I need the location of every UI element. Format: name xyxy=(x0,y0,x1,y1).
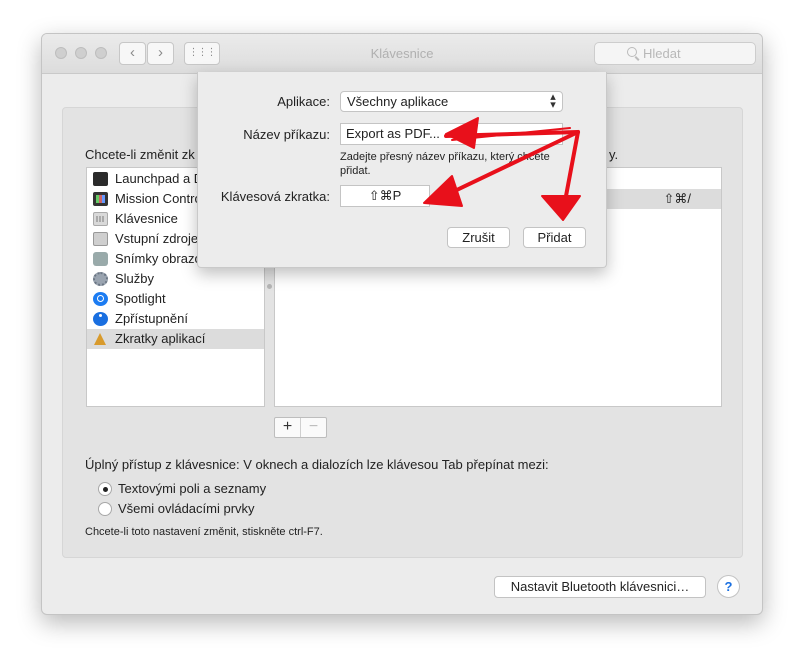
application-label: Aplikace: xyxy=(277,94,330,109)
search-icon xyxy=(627,47,637,57)
radio-label: Textovými poli a seznamy xyxy=(118,481,267,496)
sidebar-item-label: Klávesnice xyxy=(115,211,178,226)
split-view-divider[interactable] xyxy=(267,284,272,289)
sidebar-item-label: Spotlight xyxy=(115,291,166,306)
command-name-input[interactable]: Export as PDF... xyxy=(340,123,563,145)
sidebar-item-label: Zkratky aplikací xyxy=(115,331,206,346)
keyboard-access-label: Úplný přístup z klávesnice: V oknech a d… xyxy=(85,457,549,472)
setup-bluetooth-keyboard-button[interactable]: Nastavit Bluetooth klávesnici… xyxy=(494,576,706,598)
keyboard-access-hint: Chcete-li toto nastavení změnit, stiskně… xyxy=(85,526,323,538)
add-shortcut-button[interactable]: + xyxy=(275,418,301,437)
sidebar-item-label: Vstupní zdroje xyxy=(115,231,199,246)
mission-control-icon xyxy=(93,192,108,206)
help-button[interactable]: ? xyxy=(717,575,740,598)
command-name-label: Název příkazu: xyxy=(243,127,330,142)
screenshot-icon xyxy=(93,252,108,266)
application-value: Všechny aplikace xyxy=(347,94,449,109)
accessibility-icon xyxy=(93,312,108,326)
sidebar-item-label: Zpřístupnění xyxy=(115,311,188,326)
sidebar-item-label: Mission Control xyxy=(115,191,205,206)
keyboard-icon xyxy=(93,212,108,226)
cancel-button[interactable]: Zrušit xyxy=(447,227,510,248)
radio-button-checked[interactable] xyxy=(98,482,112,496)
command-name-note: Zadejte přesný název příkazu, který chce… xyxy=(340,151,550,177)
launchpad-icon xyxy=(93,172,108,186)
add-button[interactable]: Přidat xyxy=(523,227,586,248)
sidebar-item-label: Služby xyxy=(115,271,155,286)
shortcut-input[interactable]: ⇧⌘P xyxy=(340,185,430,207)
spotlight-icon xyxy=(93,292,108,306)
radio-label: Všemi ovládacími prvky xyxy=(118,501,255,516)
input-sources-icon xyxy=(93,232,108,246)
sidebar-item-app-shortcuts[interactable]: Zkratky aplikací xyxy=(87,329,264,349)
popup-arrows-icon: ▴ ▾ xyxy=(550,91,556,111)
sidebar-item-services[interactable]: Služby xyxy=(87,269,264,289)
add-shortcut-sheet: Aplikace: Všechny aplikace ▴ ▾ Název přík… xyxy=(197,72,607,268)
radio-button[interactable] xyxy=(98,502,112,516)
add-remove-control: + − xyxy=(274,417,327,438)
sidebar-item-accessibility[interactable]: Zpřístupnění xyxy=(87,309,264,329)
search-placeholder: Hledat xyxy=(643,46,681,61)
remove-shortcut-button[interactable]: − xyxy=(301,418,326,437)
services-gear-icon xyxy=(93,272,108,286)
instruction-text-tail: y. xyxy=(609,147,619,162)
instruction-text: Chcete-li změnit zk xyxy=(85,147,195,162)
search-field[interactable]: Hledat xyxy=(594,42,756,65)
question-mark-icon: ? xyxy=(724,579,733,594)
title-bar: ‹ › ⋮⋮⋮ Klávesnice Hledat xyxy=(42,34,762,74)
app-shortcuts-icon xyxy=(93,332,108,346)
shortcut-keys: ⇧⌘/ xyxy=(663,191,691,206)
application-popup[interactable]: Všechny aplikace ▴ ▾ xyxy=(340,91,563,112)
sidebar-item-spotlight[interactable]: Spotlight xyxy=(87,289,264,309)
shortcut-label: Klávesová zkratka: xyxy=(220,189,330,204)
